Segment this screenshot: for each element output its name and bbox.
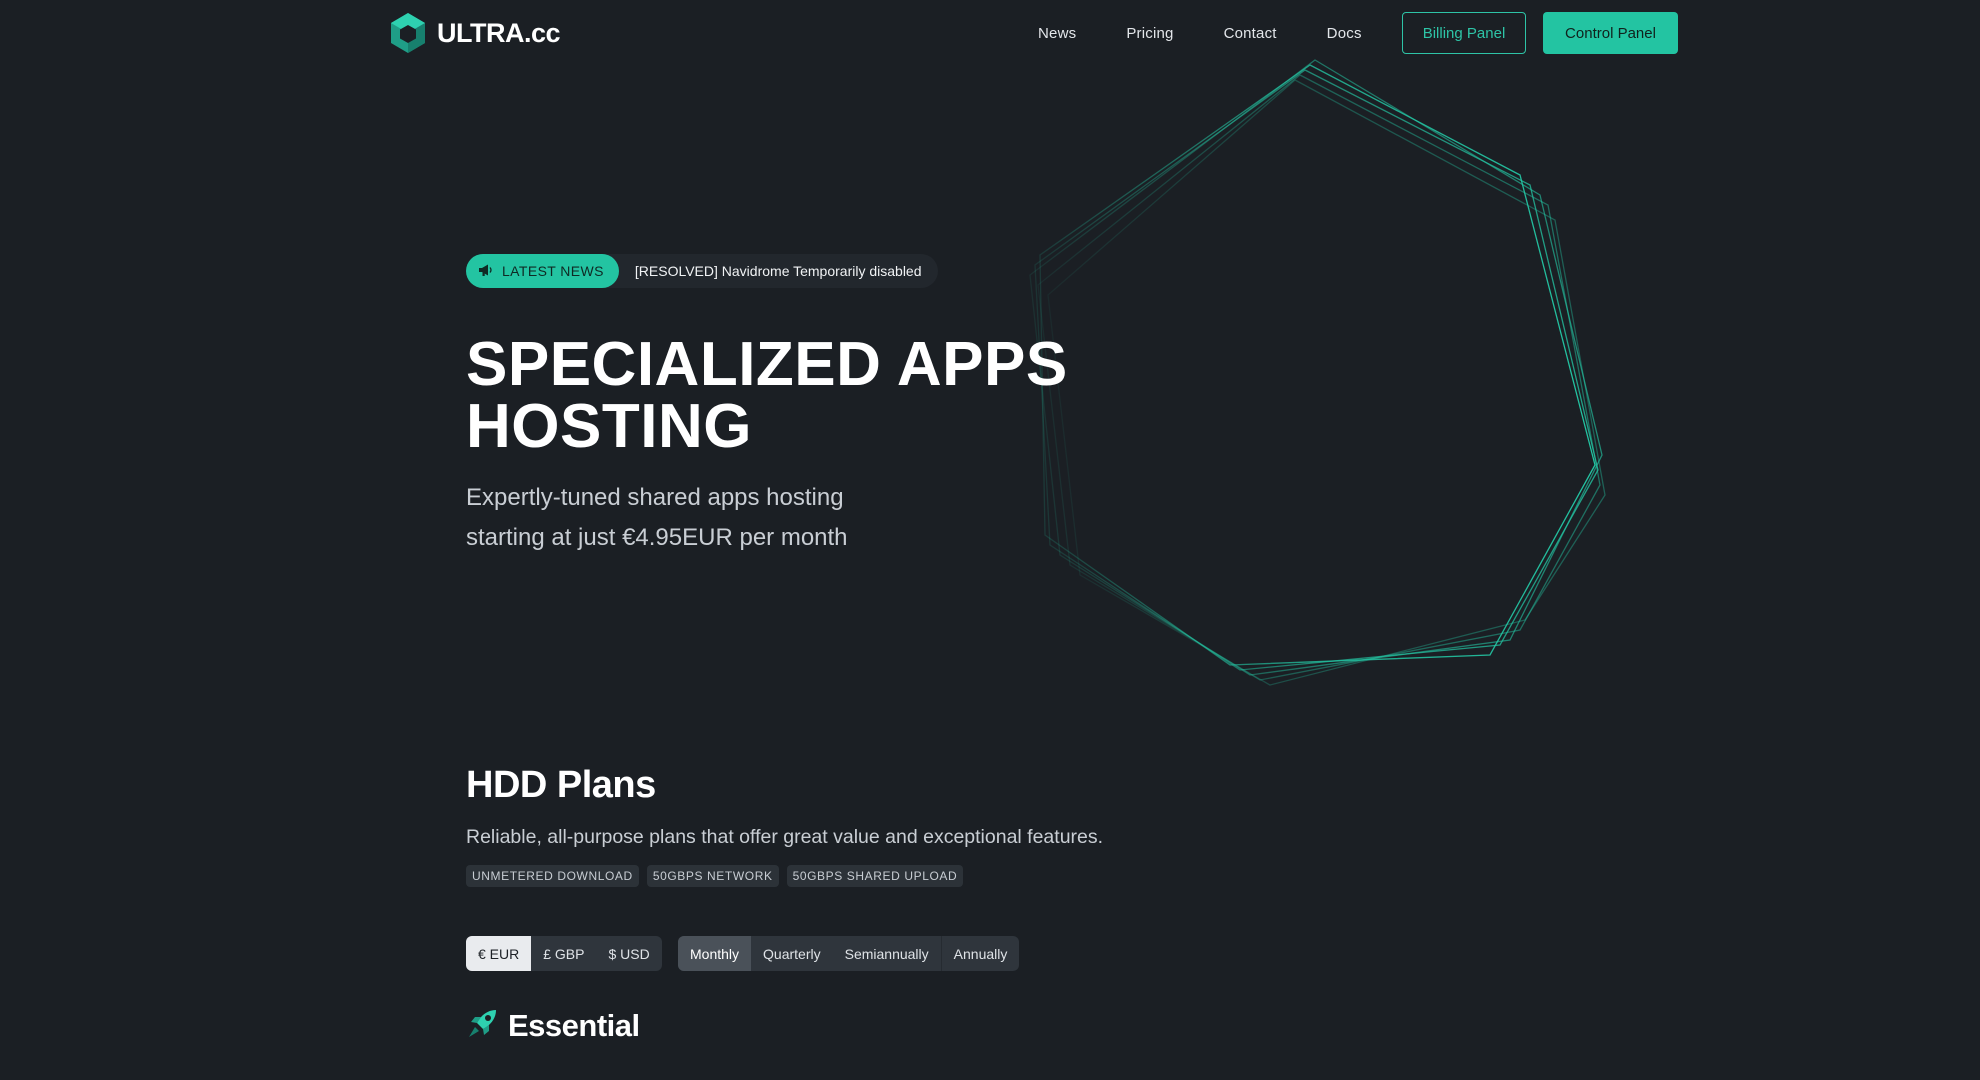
- logo-text: ULTRA.cc: [437, 17, 561, 48]
- tag-unmetered-download: UNMETERED DOWNLOAD: [466, 865, 639, 887]
- latest-news-badge: LATEST NEWS: [466, 254, 619, 288]
- control-panel-button[interactable]: Control Panel: [1543, 12, 1678, 54]
- rocket-icon: [466, 1006, 500, 1045]
- latest-news-bar[interactable]: LATEST NEWS [RESOLVED] Navidrome Tempora…: [466, 254, 938, 288]
- hero-subtitle: Expertly-tuned shared apps hosting start…: [466, 478, 966, 558]
- plan-name-essential: Essential: [508, 1007, 640, 1043]
- hero-title: SPECIALIZED APPS HOSTING: [466, 334, 1226, 458]
- latest-news-headline[interactable]: [RESOLVED] Navidrome Temporarily disable…: [635, 263, 922, 279]
- hero-title-line-1: SPECIALIZED APPS: [466, 330, 1068, 399]
- logo[interactable]: ULTRA.cc: [389, 12, 561, 54]
- billing-period-selector: Monthly Quarterly Semiannually Annually: [678, 936, 1020, 971]
- period-monthly[interactable]: Monthly: [678, 936, 752, 971]
- period-semiannually[interactable]: Semiannually: [833, 936, 941, 971]
- plans-section-description: Reliable, all-purpose plans that offer g…: [466, 826, 1104, 848]
- currency-selector: € EUR £ GBP $ USD: [466, 936, 662, 971]
- plan-feature-tags: UNMETERED DOWNLOAD 50GBPS NETWORK 50GBPS…: [466, 865, 964, 887]
- nav-docs[interactable]: Docs: [1327, 25, 1362, 42]
- nav-pricing[interactable]: Pricing: [1126, 25, 1173, 42]
- site-header: ULTRA.cc News Pricing Contact Docs Billi…: [0, 0, 1980, 66]
- hero-title-line-2: HOSTING: [466, 392, 752, 461]
- currency-eur[interactable]: € EUR: [466, 936, 532, 971]
- period-quarterly[interactable]: Quarterly: [751, 936, 833, 971]
- hero-subtitle-line-1: Expertly-tuned shared apps hosting: [466, 484, 844, 511]
- period-annually[interactable]: Annually: [942, 936, 1020, 971]
- nav-contact[interactable]: Contact: [1224, 25, 1277, 42]
- nav-news[interactable]: News: [1038, 25, 1076, 42]
- latest-news-label: LATEST NEWS: [502, 263, 604, 279]
- currency-usd[interactable]: $ USD: [596, 936, 661, 971]
- hero-subtitle-line-2: starting at just €4.95EUR per month: [466, 524, 848, 551]
- tag-50gbps-network: 50GBPS NETWORK: [646, 865, 779, 887]
- tag-50gbps-shared-upload: 50GBPS SHARED UPLOAD: [786, 865, 964, 887]
- currency-gbp[interactable]: £ GBP: [531, 936, 596, 971]
- plan-heading-essential: Essential: [466, 1006, 640, 1045]
- megaphone-icon: [478, 263, 494, 280]
- plans-section-title: HDD Plans: [466, 764, 656, 806]
- hexagon-logo-icon: [389, 12, 427, 54]
- billing-panel-button[interactable]: Billing Panel: [1402, 12, 1526, 54]
